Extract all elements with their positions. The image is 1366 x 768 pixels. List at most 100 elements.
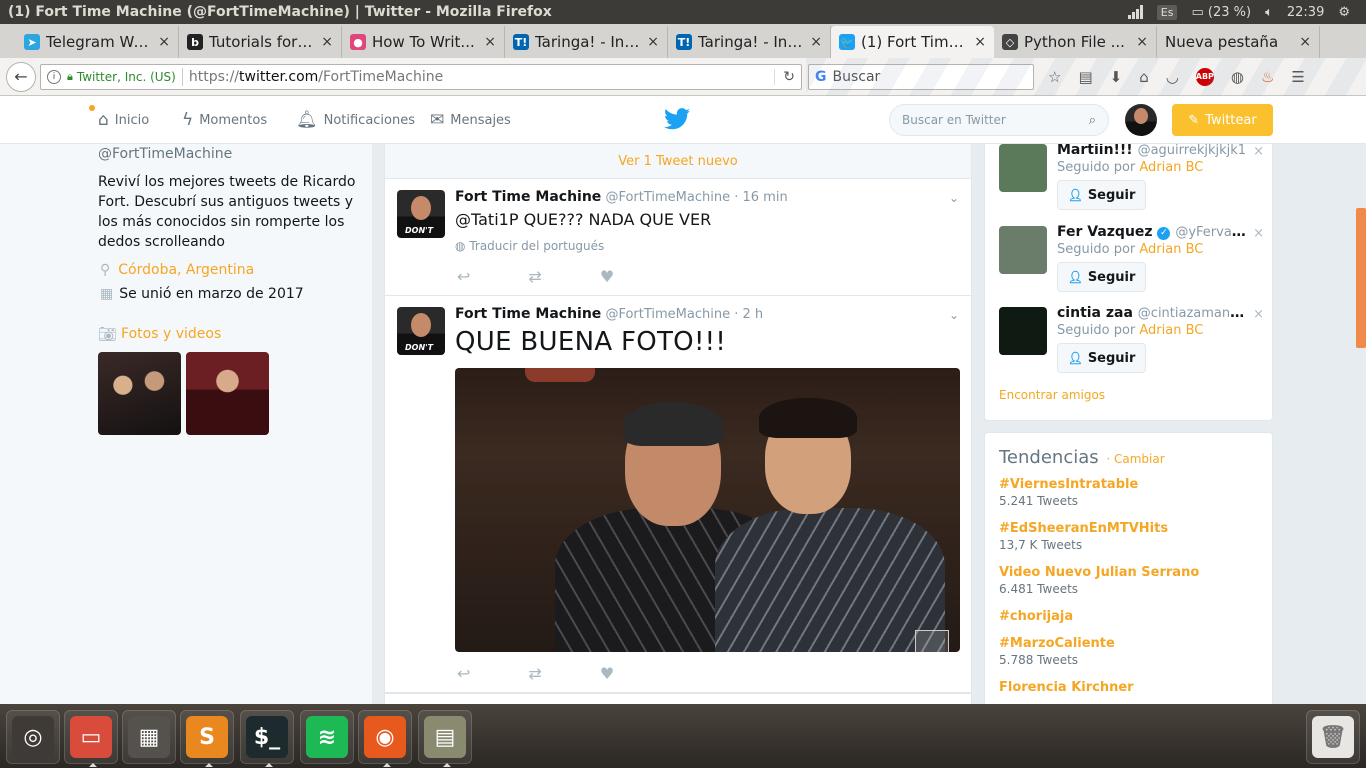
page-scrollbar-thumb[interactable] xyxy=(1356,208,1366,348)
tab-close-icon[interactable]: × xyxy=(484,34,496,50)
tweet-avatar[interactable]: DON'T xyxy=(397,307,445,355)
follow-button[interactable]: 👤︎ Seguir xyxy=(1057,180,1146,210)
bookmark-star-icon[interactable]: ☆ xyxy=(1048,68,1061,86)
dock-phone-app[interactable]: ▤ xyxy=(418,710,472,767)
suggested-user-name-line[interactable]: Fer Vazquez ✓ @yFervaz... xyxy=(1057,224,1247,240)
dock-firefox[interactable]: ◉ xyxy=(358,710,412,767)
dock-trash[interactable]: 🗑 xyxy=(1306,710,1360,764)
tweet[interactable]: DON'T Fort Time Machine @FortTimeMachine… xyxy=(385,296,971,693)
nav-notifications[interactable]: 🔔︎ Notificaciones xyxy=(296,96,415,144)
browser-tab[interactable]: ● How To Writ... × xyxy=(342,26,505,58)
suggested-user-avatar[interactable] xyxy=(999,307,1047,355)
follow-button[interactable]: 👤︎ Seguir xyxy=(1057,343,1146,373)
browser-tab[interactable]: b Tutorials for ... × xyxy=(179,26,342,58)
tab-close-icon[interactable]: × xyxy=(321,34,333,50)
trends-change-link[interactable]: · Cambiar xyxy=(1106,452,1164,466)
retweet-icon[interactable]: ⇄ xyxy=(528,664,541,683)
reply-icon[interactable]: ↩ xyxy=(457,267,470,286)
dock-sublime-text[interactable]: S xyxy=(180,710,234,767)
nav-messages[interactable]: ✉ Mensajes xyxy=(430,96,511,144)
back-button[interactable]: ← xyxy=(6,61,36,92)
tab-close-icon[interactable]: × xyxy=(974,34,986,50)
tweet-author-name[interactable]: Fort Time Machine xyxy=(455,189,601,205)
download-icon[interactable]: ⬇ xyxy=(1110,68,1123,86)
suggested-user-avatar[interactable] xyxy=(999,144,1047,192)
dock-workspace-switcher[interactable]: ▦ xyxy=(122,710,176,764)
profile-location-link[interactable]: Córdoba, Argentina xyxy=(118,262,254,278)
dismiss-icon[interactable]: × xyxy=(1253,144,1264,159)
find-friends-link[interactable]: Encontrar amigos xyxy=(999,388,1105,402)
site-identity[interactable]: Twitter, Inc. (US) xyxy=(77,70,176,84)
twitter-bird-icon[interactable] xyxy=(664,108,690,130)
tweet-avatar[interactable]: DON'T xyxy=(397,190,445,238)
browser-tab[interactable]: ➤ Telegram Web × xyxy=(16,26,179,58)
trend-item[interactable]: #ViernesIntratable 5.241 Tweets xyxy=(999,477,1259,508)
nav-home[interactable]: ⌂ Inicio xyxy=(98,96,149,144)
like-heart-icon[interactable]: ♥ xyxy=(600,267,614,286)
adblock-plus-icon[interactable]: ABP xyxy=(1196,67,1214,86)
browser-search-bar[interactable]: G Buscar xyxy=(808,63,1034,90)
nav-moments[interactable]: ϟ Momentos xyxy=(182,96,267,144)
followed-by-user-link[interactable]: Adrian BC xyxy=(1139,323,1203,338)
tweet-author-handle[interactable]: @FortTimeMachine xyxy=(605,307,730,322)
browser-tab[interactable]: T! Taringa! - Int... × xyxy=(505,26,668,58)
reload-icon[interactable]: ↻ xyxy=(774,68,795,85)
trend-item[interactable]: Florencia Kirchner xyxy=(999,680,1259,695)
retweet-icon[interactable]: ⇄ xyxy=(528,267,541,286)
trend-item[interactable]: #EdSheeranEnMTVHits 13,7 K Tweets xyxy=(999,521,1259,552)
tweet-author-name[interactable]: Fort Time Machine xyxy=(455,306,601,322)
tweet-photo[interactable] xyxy=(455,368,960,652)
dock-spotify[interactable]: ≋ xyxy=(300,710,354,764)
tweet-timestamp[interactable]: · 16 min xyxy=(734,190,787,205)
twitter-search-input[interactable] xyxy=(902,113,1089,127)
trend-item[interactable]: Video Nuevo Julian Serrano 6.481 Tweets xyxy=(999,565,1259,596)
dock-ubuntu-dash[interactable]: ◎ xyxy=(6,710,60,764)
network-signal-icon[interactable] xyxy=(1127,5,1143,19)
keyboard-layout-indicator[interactable]: Es xyxy=(1156,4,1178,20)
tab-close-icon[interactable]: × xyxy=(647,34,659,50)
browser-tab[interactable]: ◇ Python File ... × xyxy=(994,26,1157,58)
tweet-menu-chevron-down-icon[interactable]: ⌄ xyxy=(949,191,959,205)
twitter-search-box[interactable]: ⌕ xyxy=(889,104,1109,136)
tweet-author-handle[interactable]: @FortTimeMachine xyxy=(605,190,730,205)
site-info-icon[interactable]: i xyxy=(47,69,61,84)
trend-item[interactable]: #chorijaja xyxy=(999,609,1259,624)
extension-globe-icon[interactable]: ◍ xyxy=(1231,68,1244,86)
tweet-menu-chevron-down-icon[interactable]: ⌄ xyxy=(949,308,959,322)
new-tweets-bar[interactable]: Ver 1 Tweet nuevo xyxy=(385,144,971,179)
browser-tab[interactable]: T! Taringa! - Int... × xyxy=(668,26,831,58)
media-thumbnail[interactable] xyxy=(186,352,269,435)
battery-indicator[interactable]: ▭ (23 %) xyxy=(1191,5,1251,20)
dock-files-app[interactable]: ▭ xyxy=(64,710,118,767)
profile-handle[interactable]: @FortTimeMachine xyxy=(98,146,232,162)
tab-close-icon[interactable]: × xyxy=(1136,34,1148,50)
search-icon[interactable]: ⌕ xyxy=(1089,113,1096,128)
settings-gear-icon[interactable]: ⚙ xyxy=(1338,5,1350,20)
browser-tab[interactable]: Nueva pestaña × xyxy=(1157,26,1320,58)
hamburger-menu-icon[interactable]: ☰ xyxy=(1291,68,1304,86)
dismiss-icon[interactable]: × xyxy=(1253,226,1264,241)
tweet[interactable]: DON'T Fort Time Machine @FortTimeMachine… xyxy=(385,179,971,296)
tab-close-icon[interactable]: × xyxy=(1299,34,1311,50)
url-bar[interactable]: i 🔒︎ Twitter, Inc. (US) https://twitter.… xyxy=(40,63,802,90)
translate-link[interactable]: ◍ Traducir del portugués xyxy=(455,239,604,253)
compose-tweet-button[interactable]: ✎ Twittear xyxy=(1172,104,1273,136)
tweet-timestamp[interactable]: · 2 h xyxy=(734,307,763,322)
suggested-user-name-line[interactable]: cintia zaa @cintiazamanieg2 xyxy=(1057,305,1247,321)
tab-close-icon[interactable]: × xyxy=(158,34,170,50)
like-heart-icon[interactable]: ♥ xyxy=(600,664,614,683)
extension-fire-icon[interactable]: ♨ xyxy=(1261,68,1274,86)
browser-tab[interactable]: 🐦 (1) Fort Time ... × xyxy=(831,26,994,58)
clock[interactable]: 22:39 xyxy=(1287,5,1324,20)
reply-icon[interactable]: ↩ xyxy=(457,664,470,683)
media-thumbnail[interactable] xyxy=(98,352,181,435)
dismiss-icon[interactable]: × xyxy=(1253,307,1264,322)
pocket-icon[interactable]: ◡ xyxy=(1166,68,1179,86)
followed-by-user-link[interactable]: Adrian BC xyxy=(1139,160,1203,175)
reading-list-icon[interactable]: ▤ xyxy=(1078,68,1092,86)
follow-button[interactable]: 👤︎ Seguir xyxy=(1057,262,1146,292)
home-icon[interactable]: ⌂ xyxy=(1139,68,1149,86)
trend-item[interactable]: #MarzoCaliente 5.788 Tweets xyxy=(999,636,1259,667)
photos-videos-link[interactable]: 📷︎ Fotos y videos xyxy=(98,325,221,343)
followed-by-user-link[interactable]: Adrian BC xyxy=(1139,242,1203,257)
